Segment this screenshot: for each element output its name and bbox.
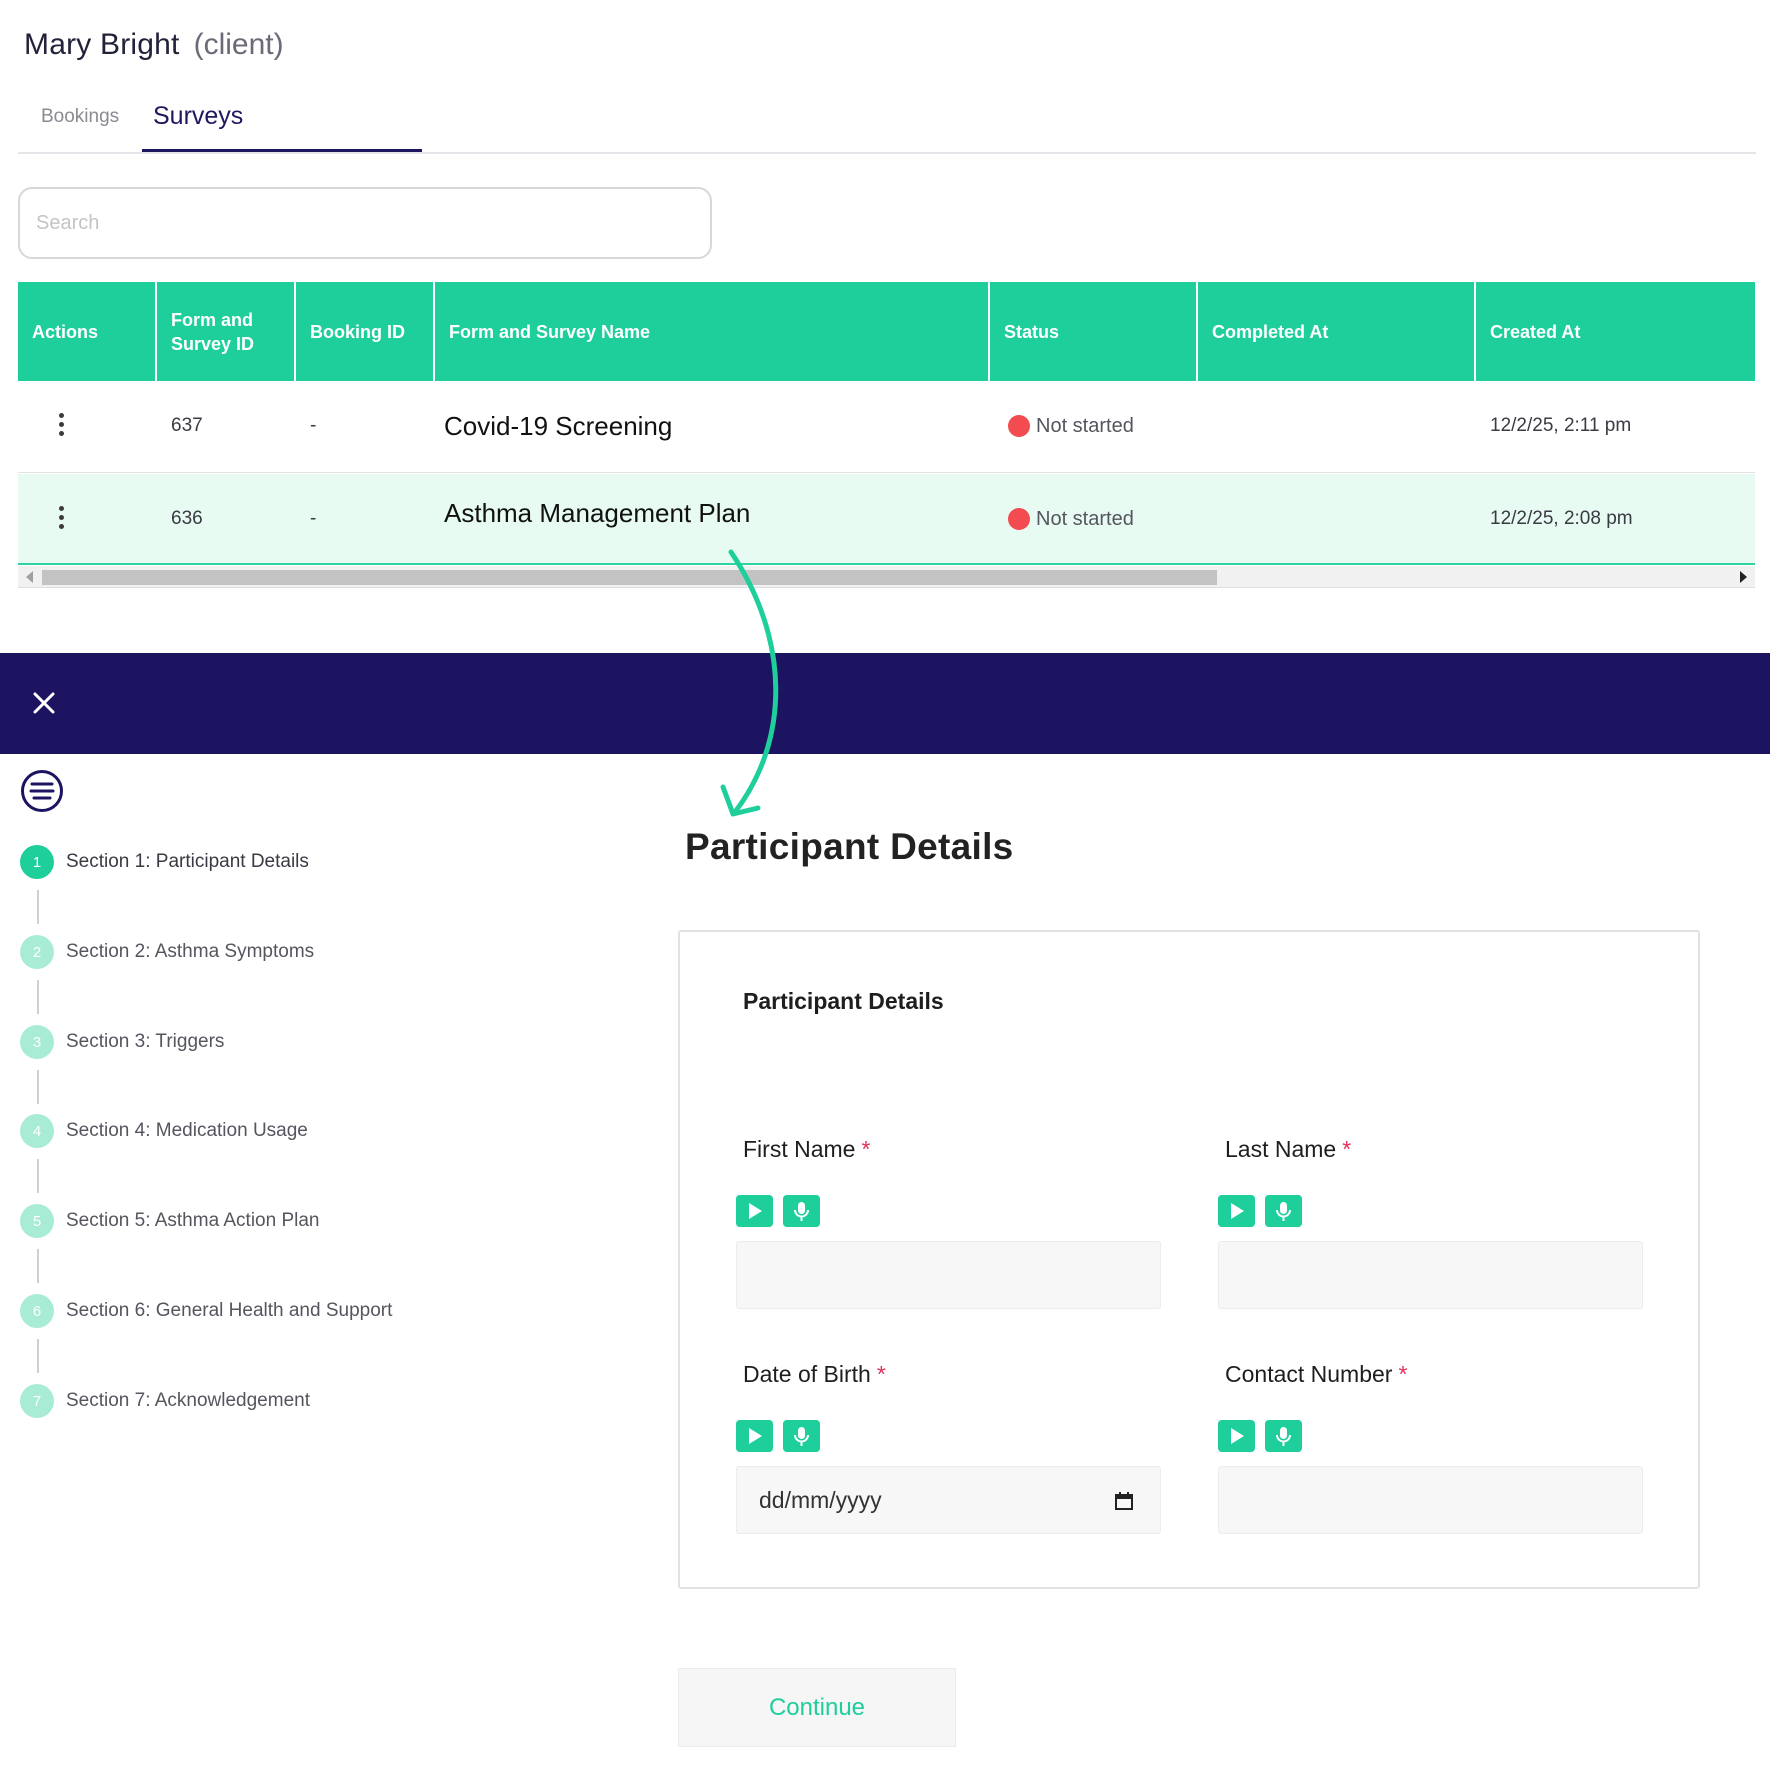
- step-number: 7: [20, 1384, 54, 1418]
- header-booking-id[interactable]: Booking ID: [296, 282, 435, 381]
- table-row[interactable]: 637 - Covid-19 Screening Not started 12/…: [18, 381, 1755, 473]
- status-dot-icon: [1008, 508, 1030, 530]
- cell-created-at: 12/2/25, 2:08 pm: [1490, 508, 1633, 529]
- cell-survey-id: 636: [171, 508, 203, 529]
- status-dot-icon: [1008, 415, 1030, 437]
- table-header: Actions Form and Survey ID Booking ID Fo…: [18, 282, 1755, 381]
- kebab-icon[interactable]: [56, 506, 66, 532]
- step-connector: [37, 980, 39, 1014]
- step-section-3[interactable]: 3 Section 3: Triggers: [20, 1025, 224, 1059]
- step-section-5[interactable]: 5 Section 5: Asthma Action Plan: [20, 1204, 320, 1238]
- tab-surveys[interactable]: Surveys: [153, 102, 243, 131]
- step-connector: [37, 890, 39, 924]
- table-row[interactable]: 636 - Asthma Management Plan Not started…: [18, 474, 1755, 565]
- step-section-4[interactable]: 4 Section 4: Medication Usage: [20, 1114, 308, 1148]
- step-number: 1: [20, 845, 54, 879]
- card-title: Participant Details: [743, 988, 944, 1014]
- cell-survey-id: 637: [171, 415, 203, 436]
- cell-created-at: 12/2/25, 2:11 pm: [1490, 415, 1632, 436]
- kebab-icon[interactable]: [56, 413, 66, 439]
- surveys-panel: Mary Bright (client) Bookings Surveys Act…: [0, 0, 1770, 610]
- close-icon[interactable]: [30, 689, 58, 717]
- step-connector: [37, 1070, 39, 1104]
- tab-bar: Bookings Surveys: [18, 96, 1756, 154]
- tab-bookings[interactable]: Bookings: [41, 106, 119, 128]
- status-badge: Not started: [1008, 381, 1134, 471]
- header-survey-id[interactable]: Form and Survey ID: [157, 282, 296, 381]
- contact-number-label: Contact Number *: [1225, 1361, 1408, 1387]
- microphone-icon[interactable]: [1265, 1420, 1302, 1452]
- client-title: Mary Bright (client): [24, 28, 284, 62]
- step-number: 4: [20, 1114, 54, 1148]
- survey-top-bar: [0, 653, 1770, 754]
- cell-booking-id: -: [310, 415, 317, 436]
- status-badge: Not started: [1008, 474, 1134, 564]
- active-tab-indicator: [142, 149, 422, 152]
- status-text: Not started: [1036, 414, 1134, 437]
- header-created-at[interactable]: Created At: [1476, 282, 1755, 381]
- header-status[interactable]: Status: [990, 282, 1198, 381]
- last-name-label: Last Name *: [1225, 1136, 1352, 1162]
- required-marker: *: [1342, 1136, 1352, 1162]
- required-marker: *: [861, 1136, 871, 1162]
- step-label: Section 2: Asthma Symptoms: [66, 941, 315, 962]
- step-connector: [37, 1339, 39, 1373]
- cell-survey-name[interactable]: Asthma Management Plan: [444, 468, 750, 558]
- microphone-icon[interactable]: [1265, 1195, 1302, 1227]
- header-actions[interactable]: Actions: [18, 282, 157, 381]
- client-name: Mary Bright: [24, 28, 180, 61]
- scrollbar-thumb[interactable]: [42, 570, 1217, 585]
- step-number: 3: [20, 1025, 54, 1059]
- step-connector: [37, 1249, 39, 1283]
- scroll-right-icon[interactable]: [1740, 571, 1747, 583]
- step-number: 6: [20, 1294, 54, 1328]
- step-label: Section 4: Medication Usage: [66, 1120, 308, 1141]
- date-of-birth-field[interactable]: dd/mm/yyyy: [736, 1466, 1161, 1534]
- surveys-table: Actions Form and Survey ID Booking ID Fo…: [18, 282, 1755, 608]
- step-section-2[interactable]: 2 Section 2: Asthma Symptoms: [20, 935, 314, 969]
- play-icon[interactable]: [736, 1195, 773, 1227]
- step-label: Section 1: Participant Details: [66, 851, 309, 872]
- microphone-icon[interactable]: [783, 1195, 820, 1227]
- last-name-field[interactable]: [1218, 1241, 1643, 1309]
- play-icon[interactable]: [736, 1420, 773, 1452]
- status-text: Not started: [1036, 507, 1134, 530]
- scroll-left-icon[interactable]: [26, 571, 33, 583]
- client-role: (client): [193, 28, 284, 61]
- date-of-birth-label: Date of Birth *: [743, 1361, 886, 1387]
- first-name-field[interactable]: [736, 1241, 1161, 1309]
- menu-lines-icon[interactable]: [20, 769, 64, 813]
- search-input[interactable]: [18, 187, 712, 259]
- microphone-icon[interactable]: [783, 1420, 820, 1452]
- required-marker: *: [1398, 1361, 1408, 1387]
- step-section-7[interactable]: 7 Section 7: Acknowledgement: [20, 1384, 310, 1418]
- step-label: Section 3: Triggers: [66, 1031, 225, 1052]
- step-connector: [37, 1159, 39, 1193]
- step-label: Section 6: General Health and Support: [66, 1300, 393, 1321]
- calendar-icon[interactable]: [1114, 1491, 1134, 1511]
- continue-button[interactable]: Continue: [678, 1668, 956, 1747]
- required-marker: *: [876, 1361, 886, 1387]
- cell-survey-name[interactable]: Covid-19 Screening: [444, 381, 672, 471]
- header-survey-name[interactable]: Form and Survey Name: [435, 282, 990, 381]
- step-section-1[interactable]: 1 Section 1: Participant Details: [20, 845, 309, 879]
- play-icon[interactable]: [1218, 1420, 1255, 1452]
- step-label: Section 5: Asthma Action Plan: [66, 1210, 320, 1231]
- step-label: Section 7: Acknowledgement: [66, 1390, 310, 1411]
- header-completed-at[interactable]: Completed At: [1198, 282, 1476, 381]
- first-name-label: First Name *: [743, 1136, 871, 1162]
- step-number: 2: [20, 935, 54, 969]
- page-title: Participant Details: [685, 826, 1014, 867]
- step-section-6[interactable]: 6 Section 6: General Health and Support: [20, 1294, 392, 1328]
- participant-details-card: Participant Details First Name * Last Nam…: [678, 930, 1700, 1589]
- cell-booking-id: -: [310, 508, 317, 529]
- date-placeholder: dd/mm/yyyy: [759, 1486, 882, 1513]
- contact-number-field[interactable]: [1218, 1466, 1643, 1534]
- horizontal-scrollbar[interactable]: [18, 566, 1755, 588]
- play-icon[interactable]: [1218, 1195, 1255, 1227]
- step-number: 5: [20, 1204, 54, 1238]
